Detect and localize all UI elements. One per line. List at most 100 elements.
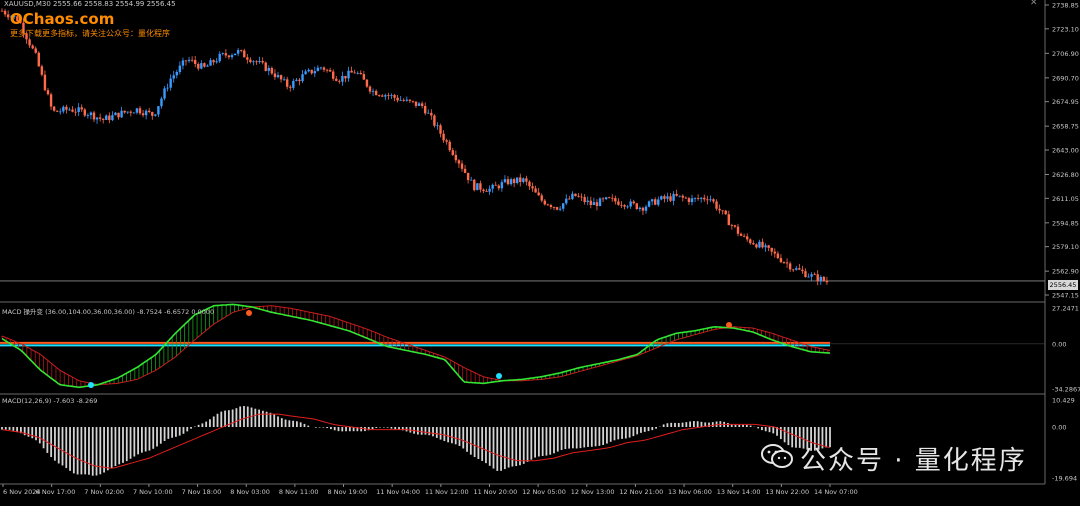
- candle-body: [589, 200, 592, 206]
- candle-body: [59, 111, 62, 113]
- candle-body: [236, 50, 240, 54]
- candle-body: [629, 201, 632, 207]
- candle-body: [703, 197, 706, 200]
- candle-body: [52, 106, 56, 111]
- candle-body: [233, 53, 237, 56]
- candle-body: [460, 163, 464, 169]
- candle-body: [62, 106, 65, 112]
- candle-body: [126, 111, 129, 113]
- candle-body: [270, 68, 274, 74]
- candle-body: [129, 111, 132, 113]
- macd1-label: MACD 操升变 (36.00,104.00,36.00,36.00) -8.7…: [2, 308, 215, 316]
- candle-body: [230, 55, 234, 58]
- candle-body: [755, 244, 758, 248]
- candle-body: [819, 276, 822, 282]
- candle-body: [197, 63, 200, 69]
- candle-body: [709, 199, 712, 201]
- candle-body: [267, 68, 270, 71]
- candle-body: [706, 199, 709, 201]
- candle-body: [519, 177, 522, 182]
- candle-body: [71, 109, 74, 112]
- candle-body: [730, 225, 734, 226]
- candle-body: [611, 197, 614, 199]
- close-icon[interactable]: ✕: [1030, 0, 1038, 8]
- candle-body: [822, 276, 826, 281]
- watermark-text: 公众号 · 量化程序: [800, 446, 1027, 476]
- candle-body: [690, 198, 694, 203]
- candle-body: [457, 160, 461, 164]
- buy-signal-dot: [88, 382, 94, 388]
- candle-body: [105, 115, 108, 120]
- candle-body: [684, 197, 688, 199]
- candle-body: [322, 67, 326, 70]
- candle-body: [335, 78, 338, 81]
- time-tick-label: 8 Nov 03:00: [230, 488, 270, 496]
- candle-body: [402, 99, 405, 101]
- candle-body: [810, 274, 813, 277]
- candle-body: [807, 276, 810, 278]
- candle-body: [583, 197, 586, 203]
- candle-body: [485, 190, 488, 192]
- candle-body: [74, 111, 77, 113]
- candle-body: [111, 115, 114, 121]
- candle-body: [479, 183, 482, 190]
- candle-body: [43, 74, 47, 91]
- candle-body: [292, 80, 295, 88]
- candle-body: [203, 63, 206, 67]
- candle-body: [221, 53, 224, 54]
- candle-body: [466, 172, 470, 181]
- candle-body: [178, 65, 182, 73]
- candle-body: [788, 263, 792, 270]
- time-tick-label: 8 Nov 11:00: [279, 488, 319, 496]
- price-tick-label: 2594.85: [1052, 219, 1079, 227]
- candle-body: [488, 188, 491, 192]
- candle-body: [660, 196, 663, 200]
- candle-body: [92, 112, 96, 120]
- candle-body: [724, 210, 727, 215]
- candle-body: [224, 53, 228, 56]
- candle-body: [546, 204, 550, 206]
- candle-body: [301, 74, 304, 82]
- candle-body: [37, 52, 40, 67]
- candle-body: [681, 195, 684, 198]
- candle-body: [28, 39, 31, 46]
- candle-body: [393, 95, 396, 98]
- candle-body: [154, 114, 157, 116]
- candle-body: [558, 208, 562, 210]
- candle-body: [675, 193, 678, 196]
- candle-body: [718, 208, 721, 211]
- candle-body: [141, 113, 145, 116]
- candle-body: [540, 195, 543, 201]
- chart-canvas[interactable]: 2738.85 2723.10 2706.90 2690.70 2674.95 2658.…: [0, 0, 1080, 502]
- price-tick-label: 2611.05: [1052, 195, 1079, 203]
- candle-body: [672, 193, 675, 201]
- candle-body: [764, 245, 767, 248]
- candle-body: [310, 69, 313, 74]
- candle-body: [445, 140, 448, 142]
- trading-chart[interactable]: 2738.85 2723.10 2706.90 2690.70 2674.95 2658.…: [0, 0, 1080, 502]
- candle-body: [604, 197, 608, 200]
- candle-body: [218, 53, 221, 62]
- candle-body: [304, 71, 307, 75]
- candle-body: [46, 90, 50, 95]
- candle-body: [601, 198, 605, 200]
- candle-body: [0, 10, 4, 12]
- time-tick-label: 7 Nov 18:00: [182, 488, 222, 496]
- candle-body: [420, 103, 424, 106]
- time-tick-label: 12 Nov 13:00: [571, 488, 615, 496]
- candle-body: [773, 251, 776, 254]
- candle-body: [712, 199, 715, 202]
- candle-body: [801, 269, 804, 272]
- time-tick-label: 14 Nov 07:00: [814, 488, 858, 496]
- candle-body: [552, 207, 556, 208]
- candle-body: [227, 55, 231, 58]
- candle-body: [525, 178, 528, 182]
- candle-body: [80, 107, 83, 110]
- candle-body: [187, 59, 191, 62]
- candle-body: [381, 95, 384, 97]
- candle-body: [286, 79, 289, 87]
- candle-body: [537, 192, 540, 196]
- candle-body: [424, 105, 427, 114]
- candle-body: [307, 69, 310, 72]
- candle-body: [341, 75, 344, 82]
